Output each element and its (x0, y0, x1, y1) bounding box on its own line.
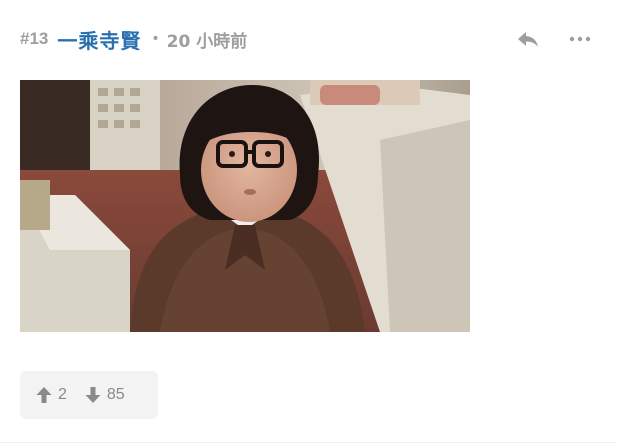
post-image-illustration (20, 80, 470, 332)
bottom-divider (0, 442, 617, 443)
floor-number: #13 (20, 29, 49, 48)
upvote-count: 2 (58, 386, 67, 403)
post-time: 20 小時前 (166, 31, 248, 52)
more-dots-icon (569, 36, 591, 42)
username-link[interactable]: 一乘寺賢 (57, 25, 141, 54)
reply-icon (518, 32, 538, 47)
post-header: #13 一乘寺賢 • 20 小時前 (20, 22, 597, 56)
downvote-button[interactable]: 85 (85, 386, 125, 404)
vote-bar: 2 85 (20, 371, 158, 419)
reply-button[interactable] (511, 22, 545, 56)
arrow-down-icon (85, 387, 101, 403)
separator-dot: • (151, 31, 160, 47)
upvote-button[interactable]: 2 (36, 386, 67, 404)
more-options-button[interactable] (563, 22, 597, 56)
arrow-up-icon (36, 387, 52, 403)
post-actions (511, 22, 597, 56)
downvote-count: 85 (106, 386, 125, 403)
post-image[interactable] (20, 80, 470, 332)
